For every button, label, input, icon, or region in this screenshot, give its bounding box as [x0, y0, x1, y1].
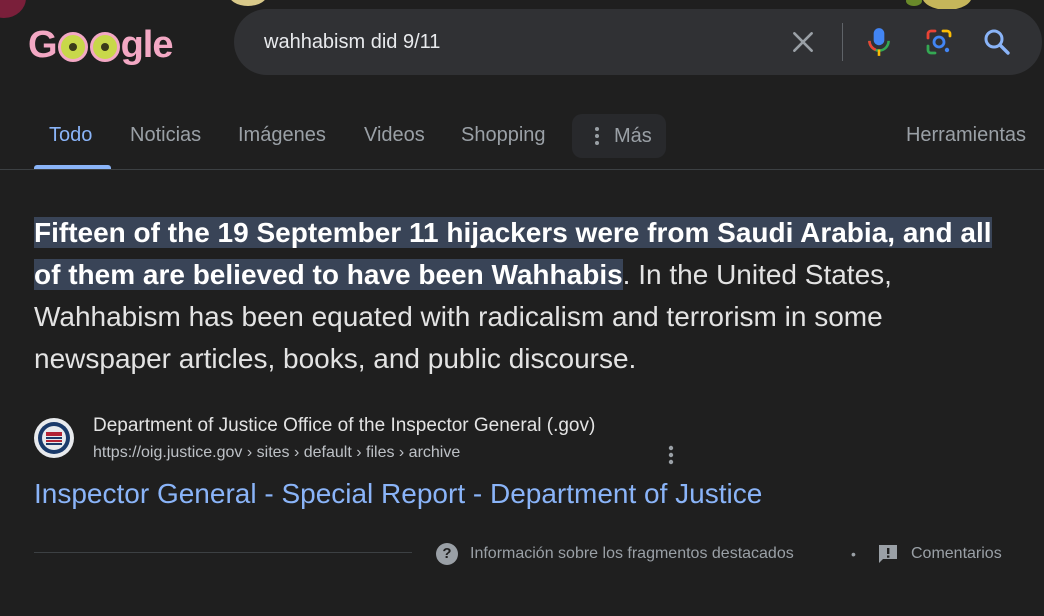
result-title-link[interactable]: Inspector General - Special Report - Dep… — [34, 478, 762, 510]
tabs-divider — [0, 169, 1044, 170]
footer-separator: • — [851, 546, 856, 562]
logo-letter-g: G — [28, 23, 58, 66]
tab-shopping[interactable]: Shopping — [461, 104, 546, 166]
search-input[interactable]: wahhabism did 9/11 — [264, 9, 440, 75]
featured-snippet: Fifteen of the 19 September 11 hijackers… — [34, 212, 994, 380]
help-icon: ? — [436, 543, 458, 565]
google-doodle-logo[interactable]: G gle — [28, 22, 174, 68]
tab-news[interactable]: Noticias — [130, 104, 201, 166]
tab-all[interactable]: Todo — [49, 104, 92, 166]
snippet-footer-divider — [34, 552, 412, 553]
search-divider — [842, 23, 843, 61]
doj-seal-icon — [38, 422, 70, 454]
more-tabs-button[interactable]: Más — [572, 114, 666, 158]
more-vert-icon — [595, 127, 599, 145]
search-tabs: Todo Noticias Imágenes Videos Shopping M… — [0, 104, 1044, 170]
source-url[interactable]: https://oig.justice.gov › sites › defaul… — [93, 444, 460, 462]
microphone-icon[interactable] — [866, 26, 892, 58]
feedback-label: Comentarios — [911, 545, 1002, 562]
feedback-button[interactable]: Comentarios — [877, 542, 1002, 566]
logo-letters-gle: gle — [120, 23, 174, 66]
logo-doodle-o — [57, 32, 88, 62]
google-lens-icon[interactable] — [924, 27, 954, 57]
more-tabs-label: Más — [614, 125, 652, 147]
search-box[interactable]: wahhabism did 9/11 — [234, 9, 1042, 75]
doodle-decoration — [228, 0, 268, 6]
tab-images[interactable]: Imágenes — [238, 104, 326, 166]
tab-videos[interactable]: Videos — [364, 104, 425, 166]
doodle-decoration — [0, 0, 26, 18]
feedback-icon — [879, 545, 897, 563]
about-featured-snippets-link[interactable]: ? Información sobre los fragmentos desta… — [436, 542, 794, 566]
about-label: Información sobre los fragmentos destaca… — [470, 545, 794, 562]
tools-button[interactable]: Herramientas — [906, 104, 1026, 166]
search-icon[interactable] — [982, 27, 1012, 57]
source-favicon[interactable] — [34, 418, 74, 458]
logo-doodle-o — [89, 32, 120, 62]
doodle-decoration — [906, 0, 922, 6]
clear-icon[interactable] — [790, 29, 816, 55]
source-name[interactable]: Department of Justice Office of the Insp… — [93, 415, 595, 437]
result-options-icon[interactable] — [664, 444, 678, 466]
